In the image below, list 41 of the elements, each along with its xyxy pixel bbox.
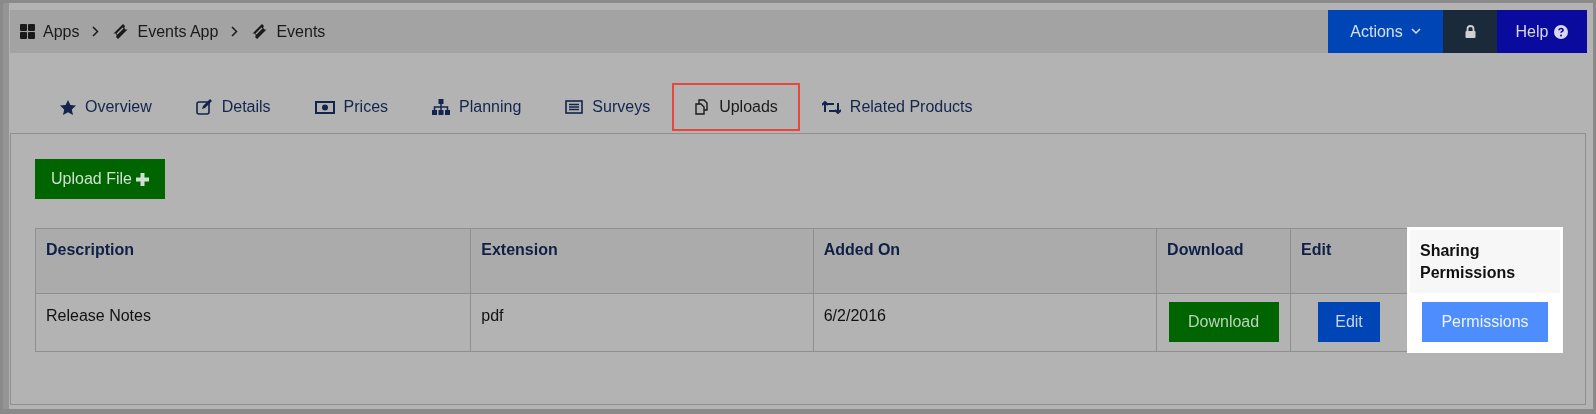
lock-icon <box>1464 25 1476 38</box>
help-button[interactable]: Help <box>1497 10 1587 53</box>
breadcrumb-link[interactable]: Events App <box>137 19 219 44</box>
tab[interactable]: Planning <box>410 83 544 131</box>
table-cell-text: 6/2/2016 <box>823 306 886 326</box>
breadcrumb-link[interactable]: Events <box>276 19 326 44</box>
retweet-icon <box>821 100 841 114</box>
ticket-icon <box>251 23 269 40</box>
upload-file-button[interactable]: Upload File <box>35 159 165 199</box>
edit-button[interactable]: Edit <box>1318 302 1380 342</box>
star-icon <box>60 99 76 115</box>
chevron-right-icon <box>92 26 100 37</box>
help-icon <box>1554 24 1569 39</box>
lock-button[interactable] <box>1443 10 1497 53</box>
tab[interactable]: Overview <box>38 83 174 131</box>
ticket-icon <box>112 23 130 40</box>
files-icon <box>694 99 711 115</box>
tab[interactable]: Details <box>173 83 293 131</box>
plus-icon <box>135 172 149 186</box>
sitemap-icon <box>432 99 451 115</box>
chevron-right-icon <box>231 26 239 37</box>
edit-icon <box>195 99 213 115</box>
tab[interactable]: Related Products <box>799 83 995 131</box>
list-icon <box>565 100 584 114</box>
column-header: Added On <box>813 228 1157 294</box>
table-cell-text: Release Notes <box>46 306 151 326</box>
banknote-icon <box>314 100 335 114</box>
column-header: Extension <box>470 228 814 294</box>
breadcrumb-link[interactable]: Apps <box>43 19 80 44</box>
tab[interactable]: Surveys <box>543 83 673 131</box>
tab[interactable]: Prices <box>292 83 411 131</box>
column-header: Sharing Permissions <box>1408 228 1562 294</box>
column-header: Download <box>1156 228 1291 294</box>
download-button[interactable]: Download <box>1168 302 1279 342</box>
grid-icon <box>20 24 35 39</box>
column-header: Edit <box>1290 228 1409 294</box>
actions-button[interactable]: Actions <box>1328 10 1443 53</box>
chevron-down-icon <box>1410 28 1421 35</box>
tab[interactable]: Uploads <box>672 83 800 131</box>
column-header: Description <box>35 228 471 294</box>
table-cell-text: pdf <box>481 306 504 326</box>
